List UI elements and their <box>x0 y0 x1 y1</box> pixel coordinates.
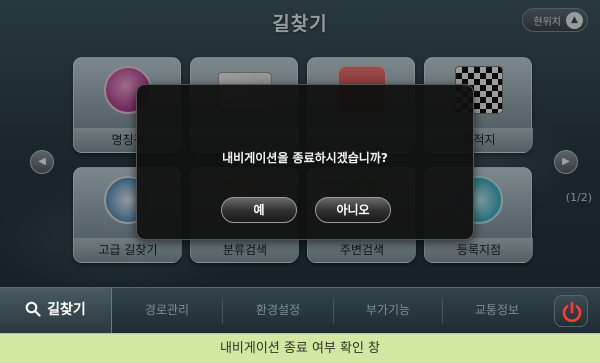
tab-route-management[interactable]: 경로관리 <box>112 288 222 333</box>
figure-caption: 내비게이션 종료 여부 확인 창 <box>0 333 600 363</box>
tab-extra-features[interactable]: 부가기능 <box>334 288 442 333</box>
tab-settings[interactable]: 환경설정 <box>223 288 333 333</box>
search-icon <box>25 288 41 332</box>
bottom-tab-bar: 길찾기 경로관리 환경설정 부가기능 교통정보 <box>0 287 600 333</box>
power-button[interactable] <box>554 295 588 327</box>
tab-label: 길찾기 <box>47 302 86 318</box>
tab-route-search[interactable]: 길찾기 <box>0 288 112 333</box>
power-icon <box>562 301 582 322</box>
dialog-message: 내비게이션을 종료하시겠습니까? <box>222 151 388 165</box>
navigation-screen: 길찾기 현위치 ▲ 명칭검 목적지 고급 길찾기 분류검색 주변검색 등록지점 <box>0 0 600 333</box>
yes-button[interactable]: 예 <box>221 197 297 223</box>
no-button[interactable]: 아니오 <box>315 197 391 223</box>
tab-traffic-info[interactable]: 교통정보 <box>443 288 551 333</box>
exit-confirm-dialog: 내비게이션을 종료하시겠습니까? 예 아니오 <box>136 84 474 240</box>
